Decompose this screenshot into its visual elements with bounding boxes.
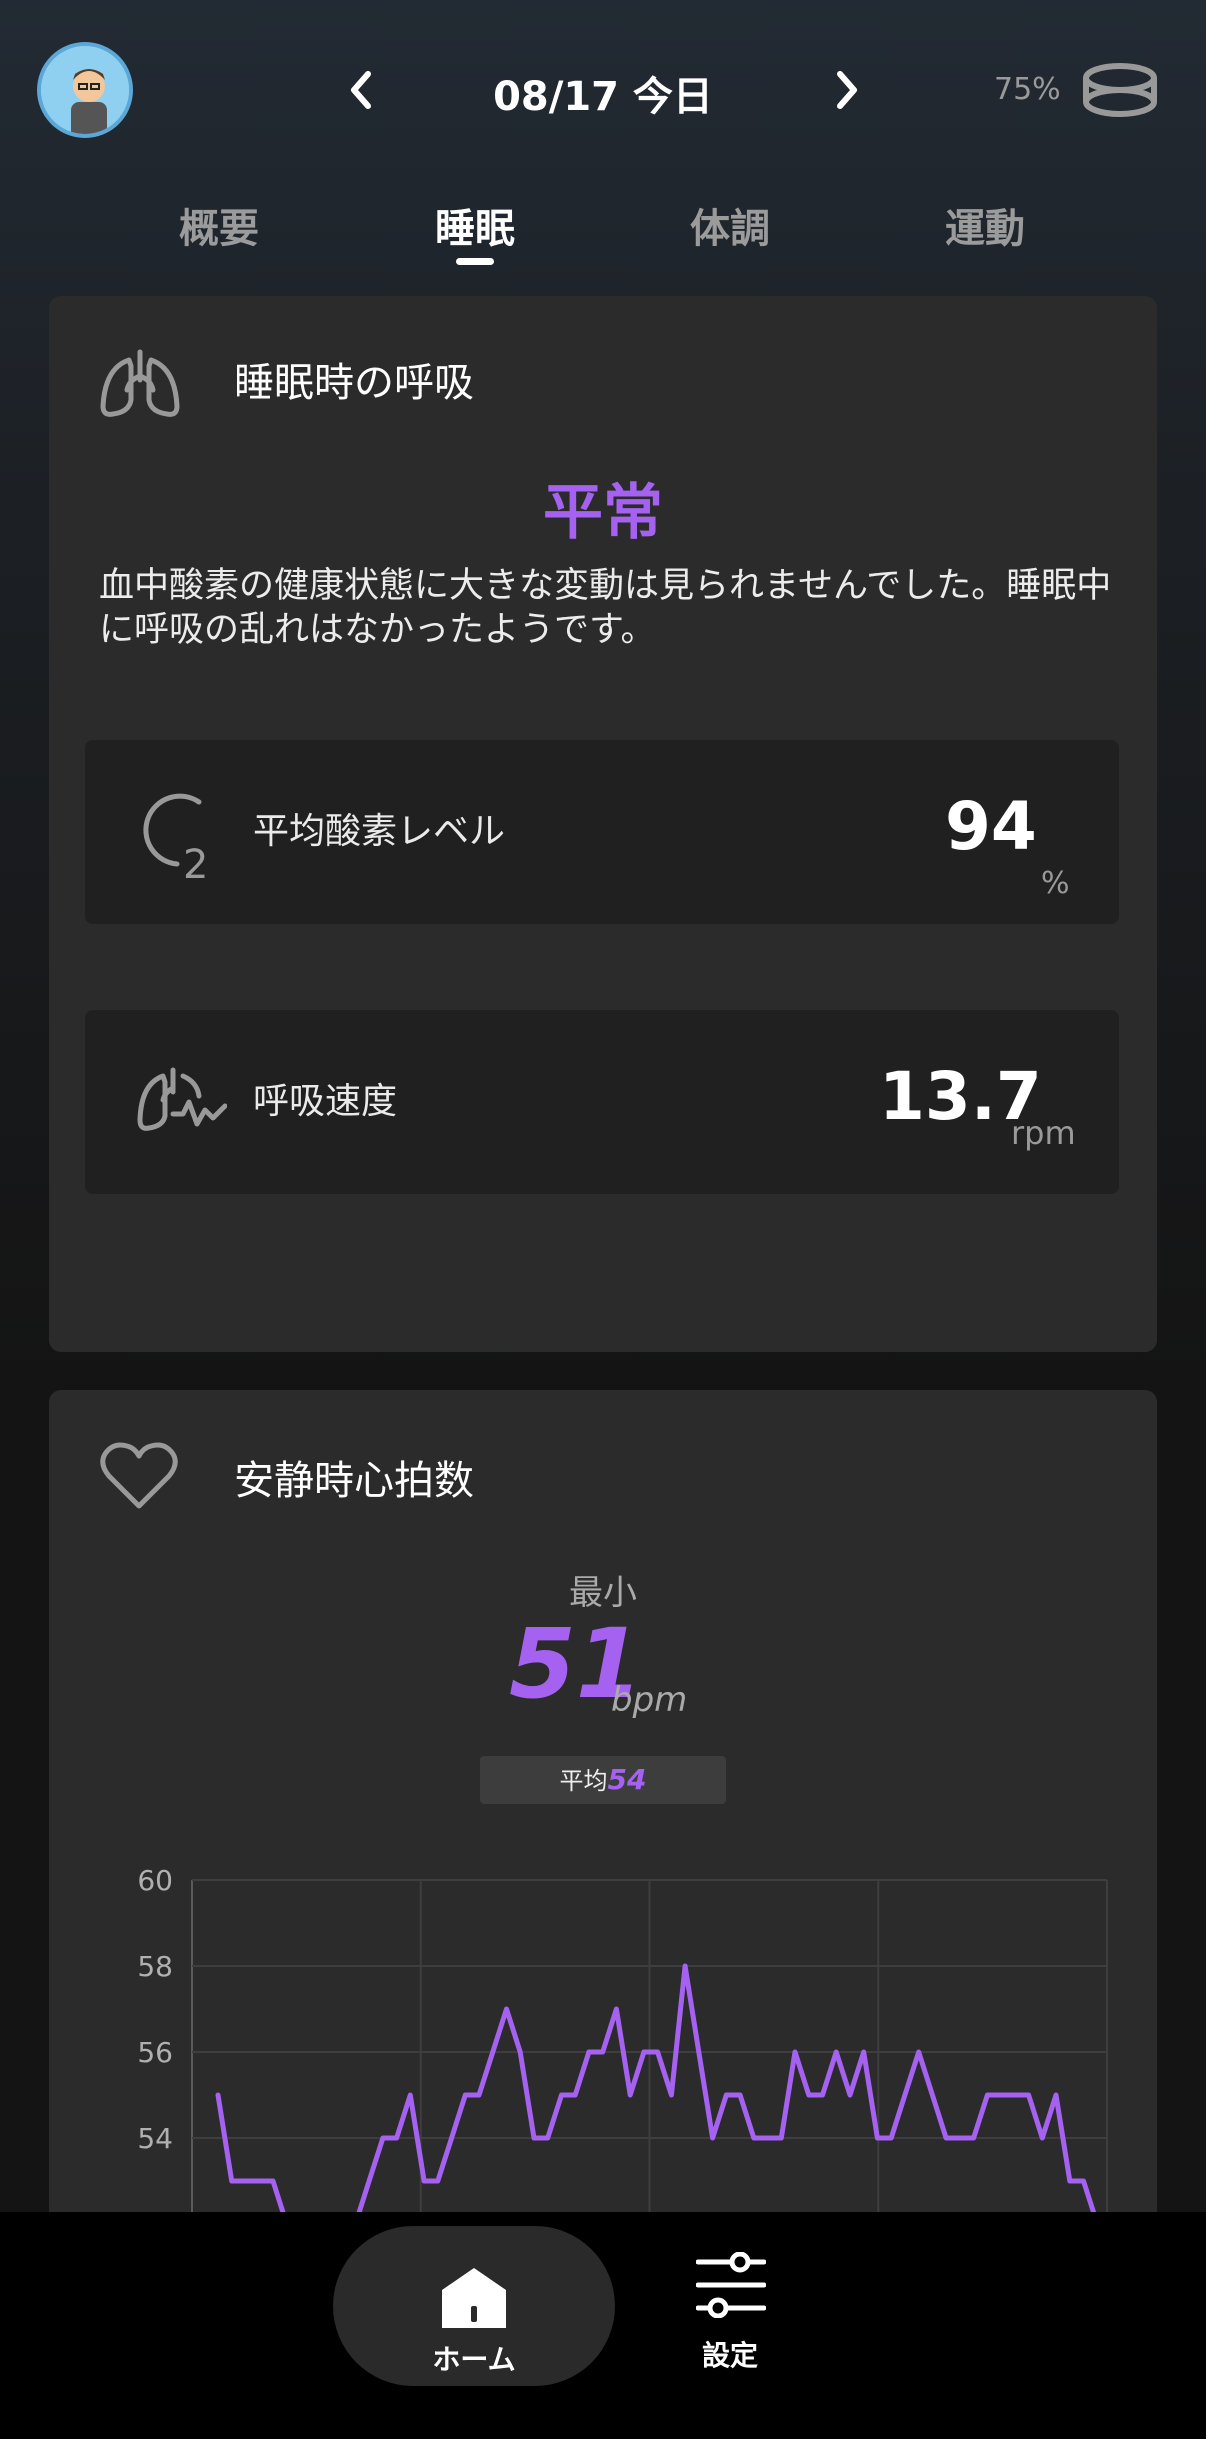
metric-oxygen: 2 平均酸素レベル 94 % (85, 740, 1119, 924)
nav-settings-button[interactable]: 設定 (680, 2252, 780, 2372)
chevron-right-icon[interactable] (828, 60, 868, 120)
lungs-wave-icon (137, 1067, 227, 1131)
tab-overview[interactable]: 概要 (119, 196, 319, 254)
o2-icon: 2 (143, 793, 208, 882)
home-icon (442, 2268, 506, 2328)
ring-icon[interactable] (1082, 60, 1158, 120)
nav-settings-label: 設定 (701, 2339, 758, 2372)
tab-bar: 概要 睡眠 体調 運動 (0, 196, 1206, 276)
svg-text:2: 2 (183, 842, 208, 882)
metric-oxygen-label: 平均酸素レベル (253, 811, 506, 852)
breathing-status: 平常 (543, 478, 663, 548)
y-tick-label: 56 (137, 2036, 173, 2069)
active-tab-indicator (456, 258, 494, 265)
nav-home-button[interactable]: ホーム (333, 2226, 615, 2386)
tab-sleep[interactable]: 睡眠 (375, 196, 575, 254)
metric-respiration: 呼吸速度 13.7 rpm (85, 1010, 1119, 1194)
y-tick-label: 60 (137, 1864, 173, 1897)
heart-rate-card: 安静時心拍数 最小 51 bpm 平均54 60 58 56 54 (49, 1390, 1157, 2270)
heart-rate-chart: 60 58 56 54 (137, 1864, 1114, 2270)
breathing-card-title: 睡眠時の呼吸 (234, 360, 474, 406)
breathing-card: 睡眠時の呼吸 平常 血中酸素の健康状態に大きな変動は見られませんでした。睡眠中に… (49, 296, 1157, 1352)
lungs-icon (100, 349, 180, 417)
nav-home-label: ホーム (432, 2343, 516, 2376)
tab-exercise[interactable]: 運動 (885, 196, 1085, 254)
battery-level: 75% (994, 72, 1061, 107)
breathing-description: 血中酸素の健康状態に大きな変動は見られませんでした。睡眠中に呼吸の乱れはなかった… (99, 566, 1112, 650)
tab-condition[interactable]: 体調 (630, 196, 830, 254)
metric-oxygen-unit: % (1041, 866, 1070, 901)
metric-oxygen-value: 94 (945, 788, 1037, 865)
sliders-icon (696, 2252, 766, 2318)
bottom-navigation: ホーム 設定 (0, 2212, 1206, 2439)
y-tick-label: 58 (137, 1950, 173, 1983)
metric-respiration-label: 呼吸速度 (253, 1081, 398, 1122)
metric-respiration-unit: rpm (1011, 1114, 1076, 1152)
header: 08/17 今日 75% (0, 0, 1206, 190)
y-tick-label: 54 (137, 2122, 173, 2155)
